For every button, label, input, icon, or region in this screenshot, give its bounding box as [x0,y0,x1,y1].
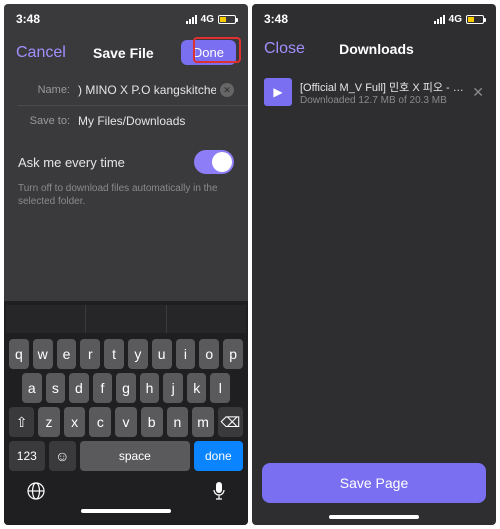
signal-icon [434,15,445,24]
status-right: 4G [186,14,236,25]
status-time: 3:48 [264,12,434,26]
toggle-row: Ask me every time [4,136,248,182]
close-button[interactable]: Close [264,40,305,58]
key-g[interactable]: g [116,373,136,403]
key-m[interactable]: m [192,407,214,437]
mic-icon[interactable] [212,481,226,501]
key-w[interactable]: w [33,339,53,369]
page-title: Downloads [339,41,414,57]
remove-download-icon[interactable]: ✕ [472,84,484,101]
done-button[interactable]: Done [181,40,236,65]
key-t[interactable]: t [104,339,124,369]
key-p[interactable]: p [223,339,243,369]
key-s[interactable]: s [46,373,66,403]
key-i[interactable]: i [176,339,196,369]
key-z[interactable]: z [38,407,60,437]
saveto-row[interactable]: Save to: My Files/Downloads [4,106,248,136]
screen-save-file: 3:48 4G Cancel Save File Done Name: ) MI… [4,4,248,525]
keyboard-bottom [6,473,246,505]
key-o[interactable]: o [199,339,219,369]
cancel-button[interactable]: Cancel [16,44,66,62]
key-a[interactable]: a [22,373,42,403]
key-q[interactable]: q [9,339,29,369]
key-l[interactable]: l [210,373,230,403]
keyboard-suggestions[interactable] [6,305,246,333]
numbers-key[interactable]: 123 [9,441,45,471]
key-u[interactable]: u [152,339,172,369]
saveto-label: Save to: [18,115,70,127]
name-label: Name: [18,84,70,96]
battery-icon [218,15,236,24]
key-y[interactable]: y [128,339,148,369]
screen-downloads: 3:48 4G Close Downloads ▶ [Official M_V … [252,4,496,525]
ask-toggle[interactable] [194,150,234,174]
toggle-label: Ask me every time [18,155,125,170]
key-x[interactable]: x [64,407,86,437]
key-d[interactable]: d [69,373,89,403]
key-k[interactable]: k [187,373,207,403]
play-icon: ▶ [264,78,292,106]
key-f[interactable]: f [93,373,113,403]
clear-icon[interactable]: ✕ [220,83,234,97]
download-title: [Official M_V Full] 민호 X 피오 - 쓰담쓰담 (… [300,79,464,95]
page-title: Save File [93,45,154,61]
key-r[interactable]: r [80,339,100,369]
key-v[interactable]: v [115,407,137,437]
saveto-value: My Files/Downloads [78,114,234,128]
save-page-button[interactable]: Save Page [262,463,486,503]
home-indicator[interactable] [81,509,171,513]
battery-icon [466,15,484,24]
status-right: 4G [434,14,484,25]
key-b[interactable]: b [141,407,163,437]
globe-icon[interactable] [26,481,46,501]
key-n[interactable]: n [167,407,189,437]
download-item[interactable]: ▶ [Official M_V Full] 민호 X 피오 - 쓰담쓰담 (… … [252,68,496,116]
key-j[interactable]: j [163,373,183,403]
key-e[interactable]: e [57,339,77,369]
status-time: 3:48 [16,12,186,26]
home-indicator[interactable] [329,515,419,519]
key-c[interactable]: c [89,407,111,437]
download-subtitle: Downloaded 12.7 MB of 20.3 MB [300,95,464,106]
backspace-key[interactable]: ⌫ [218,407,243,437]
status-bar: 3:48 4G [252,4,496,34]
name-row: Name: ) MINO X P.O kangskitchen2 Main Th… [4,75,248,105]
nav-header: Cancel Save File Done [4,34,248,75]
network-label: 4G [449,14,462,25]
hint-text: Turn off to download files automatically… [4,182,248,218]
status-bar: 3:48 4G [4,4,248,34]
nav-header: Close Downloads [252,34,496,68]
space-key[interactable]: space [80,441,190,471]
key-h[interactable]: h [140,373,160,403]
keyboard-done-key[interactable]: done [194,441,243,471]
shift-key[interactable]: ⇧ [9,407,34,437]
download-text: [Official M_V Full] 민호 X 피오 - 쓰담쓰담 (… Do… [300,79,464,106]
name-input[interactable]: ) MINO X P.O kangskitchen2 Main Theme.r [78,83,216,97]
network-label: 4G [201,14,214,25]
signal-icon [186,15,197,24]
keyboard: qwertyuiop asdfghjkl ⇧ zxcvbnm ⌫ 123 ☺ s… [4,301,248,525]
emoji-key[interactable]: ☺ [49,441,76,471]
